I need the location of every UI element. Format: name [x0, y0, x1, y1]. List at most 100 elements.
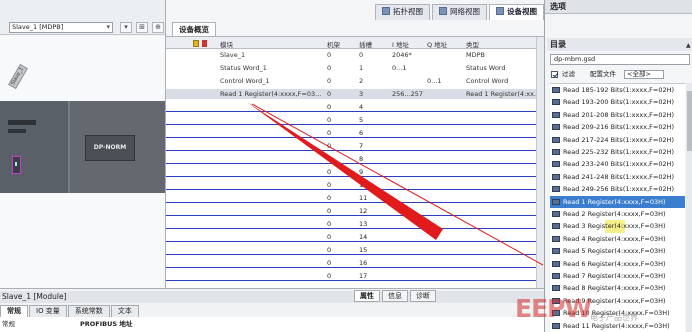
cell-slot: 0	[359, 51, 364, 59]
col-q-address[interactable]: Q 地址	[427, 39, 447, 49]
col-slot[interactable]: 插槽	[359, 39, 372, 49]
catalog-item[interactable]: Read 249-256 Bits(1:xxxx,F=02H)	[550, 183, 685, 196]
table-row[interactable]: 05	[166, 115, 544, 125]
catalog-item[interactable]: Read 6 Register(4:xxxx,F=03H)	[550, 258, 685, 271]
device-select[interactable]: Slave_1 [MDPB] ▾	[9, 22, 113, 33]
filter-checkbox[interactable]	[551, 71, 558, 78]
cell-type: Status Word	[466, 64, 506, 72]
catalog-item-label: Read 193-200 Bits(1:xxxx,F=02H)	[563, 98, 675, 107]
profile-select[interactable]: <全部>	[624, 70, 664, 79]
device-module-bar	[8, 129, 26, 133]
table-row[interactable]: 06	[166, 128, 544, 138]
catalog-item[interactable]: Read 217-224 Bits(1:xxxx,F=02H)	[550, 134, 685, 147]
device-toolbar-button-1[interactable]: ▾	[120, 22, 132, 33]
tab-texts[interactable]: 文本	[110, 305, 139, 317]
cell-rack: 0	[327, 129, 332, 137]
catalog-item[interactable]: Read 4 Register(4:xxxx,F=03H)	[550, 233, 685, 246]
table-row[interactable]: 0 10	[166, 180, 544, 190]
tab-label: 网络视图	[450, 7, 480, 16]
catalog-scrollbar[interactable]	[686, 83, 692, 332]
device-select-value: Slave_1 [MDPB]	[12, 23, 64, 31]
tab-device-view[interactable]: 设备视图	[489, 4, 544, 20]
col-i-address[interactable]: I 地址	[392, 39, 409, 49]
cell-iaddr: 0...1	[392, 64, 407, 72]
catalog-search-input[interactable]: dp-mbm.gsd	[550, 54, 690, 65]
col-module[interactable]: 模块	[220, 39, 323, 49]
catalog-item[interactable]: Read 2 Register(4:xxxx,F=03H)	[550, 208, 685, 221]
module-icon	[552, 211, 560, 217]
col-rack[interactable]: 机架	[327, 39, 340, 49]
table-row[interactable]: Control Word_1 0 2 0...1 Control Word	[166, 76, 544, 86]
device-port-icon[interactable]	[12, 156, 21, 174]
catalog-item-label: Read 8 Register(4:xxxx,F=03H)	[563, 284, 666, 293]
cell-rack: 0	[327, 246, 332, 254]
table-header: 模块 机架 插槽 I 地址 Q 地址 类型	[166, 37, 544, 49]
table-row[interactable]: Slave_1 0 0 2046* MDPB	[166, 50, 544, 60]
cell-slot: 11	[359, 194, 368, 202]
vertical-scrollbar[interactable]	[536, 37, 544, 289]
cell-rack: 0	[327, 194, 332, 202]
scrollbar-thumb[interactable]	[687, 91, 692, 151]
tab-network-view[interactable]: 网络视图	[432, 4, 487, 20]
table-row[interactable]: 0 12	[166, 206, 544, 216]
table-row[interactable]: 07	[166, 141, 544, 151]
catalog-item[interactable]: Read 193-200 Bits(1:xxxx,F=02H)	[550, 96, 685, 109]
catalog-item[interactable]: Read 201-208 Bits(1:xxxx,F=02H)	[550, 109, 685, 122]
device-toolbar-button-2[interactable]: ⊞	[136, 22, 148, 33]
cell-rack: 0	[327, 90, 332, 98]
cell-slot: 5	[359, 116, 364, 124]
cell-slot: 10	[359, 181, 368, 189]
catalog-item[interactable]: Read 225-232 Bits(1:xxxx,F=02H)	[550, 146, 685, 159]
catalog-item-label: Read 233-240 Bits(1:xxxx,F=02H)	[563, 160, 675, 169]
catalog-item[interactable]: Read 233-240 Bits(1:xxxx,F=02H)	[550, 158, 685, 171]
zoom-icon[interactable]: ⊕	[152, 22, 164, 33]
table-row[interactable]: 0 16	[166, 258, 544, 268]
catalog-item[interactable]: Read 5 Register(4:xxxx,F=03H)	[550, 245, 685, 258]
tab-device-overview[interactable]: 设备概览	[172, 22, 216, 36]
catalog-item-label: Read 1 Register(4:xxxx,F=03H)	[563, 197, 666, 206]
module-icon	[552, 273, 560, 279]
cell-rack: 0	[327, 142, 332, 150]
table-row[interactable]: 0 11	[166, 193, 544, 203]
properties-section-title: PROFIBUS 地址	[80, 320, 133, 328]
tab-topology-view[interactable]: 拓扑视图	[375, 4, 430, 20]
tab-general[interactable]: 常规	[0, 305, 28, 317]
sort-icon[interactable]	[202, 40, 207, 47]
table-row[interactable]: Status Word_1 0 1 0...1 Status Word	[166, 63, 544, 73]
scroll-up-icon[interactable]: ▲	[686, 42, 692, 49]
catalog-item[interactable]: Read 7 Register(4:xxxx,F=03H)	[550, 270, 685, 283]
table-row[interactable]: 08	[166, 154, 544, 164]
table-row[interactable]: 0 14	[166, 232, 544, 242]
cell-type: MDPB	[466, 51, 485, 59]
tab-io-tags[interactable]: IO 变量	[29, 305, 67, 317]
tab-diagnostics[interactable]: 诊断	[410, 290, 436, 302]
watermark-logo: EEPW	[515, 294, 592, 323]
cell-rack: 0	[327, 181, 332, 189]
catalog-item[interactable]: Read 3 Register(4:xxxx,F=03H)	[550, 220, 685, 233]
module-icon	[552, 111, 560, 118]
dp-norm-module[interactable]: DP-NORM	[85, 135, 135, 161]
table-row[interactable]: 0 15	[166, 245, 544, 255]
tab-info[interactable]: 信息	[382, 290, 408, 302]
tab-label: 设备视图	[507, 7, 537, 16]
catalog-item[interactable]: Read 1 Register(4:xxxx,F=03H)	[550, 195, 685, 209]
col-type[interactable]: 类型	[466, 39, 544, 49]
filter-icon[interactable]	[193, 40, 199, 47]
device-module-body[interactable]	[0, 101, 70, 193]
catalog-item[interactable]: Read 241-248 Bits(1:xxxx,F=02H)	[550, 171, 685, 184]
table-row[interactable]: 04	[166, 102, 544, 112]
table-row[interactable]: 09	[166, 167, 544, 177]
cell-rack: 0	[327, 51, 332, 59]
catalog-item-label: Read 225-232 Bits(1:xxxx,F=02H)	[563, 148, 675, 156]
options-pane: 选项 目录 ▲ dp-mbm.gsd 过滤 配置文件 <全部> Read 185…	[544, 0, 692, 332]
catalog-item[interactable]: Read 209-216 Bits(1:xxxx,F=02H)	[550, 121, 685, 134]
catalog-item[interactable]: Read 185-192 Bits(1:xxxx,F=02H)	[550, 84, 685, 97]
device-icon	[496, 7, 504, 15]
table-row[interactable]: Read 1 Register(4:xxxx,F=03... 0 3 256...25…	[166, 89, 544, 99]
tab-properties[interactable]: 属性	[354, 290, 380, 302]
table-row[interactable]: 0 13	[166, 219, 544, 229]
properties-nav-general[interactable]: 常规	[2, 318, 15, 328]
tab-system-constants[interactable]: 系统常数	[67, 305, 110, 317]
catalog-title[interactable]: 目录	[547, 38, 692, 51]
table-row[interactable]: 0 17	[166, 271, 544, 281]
